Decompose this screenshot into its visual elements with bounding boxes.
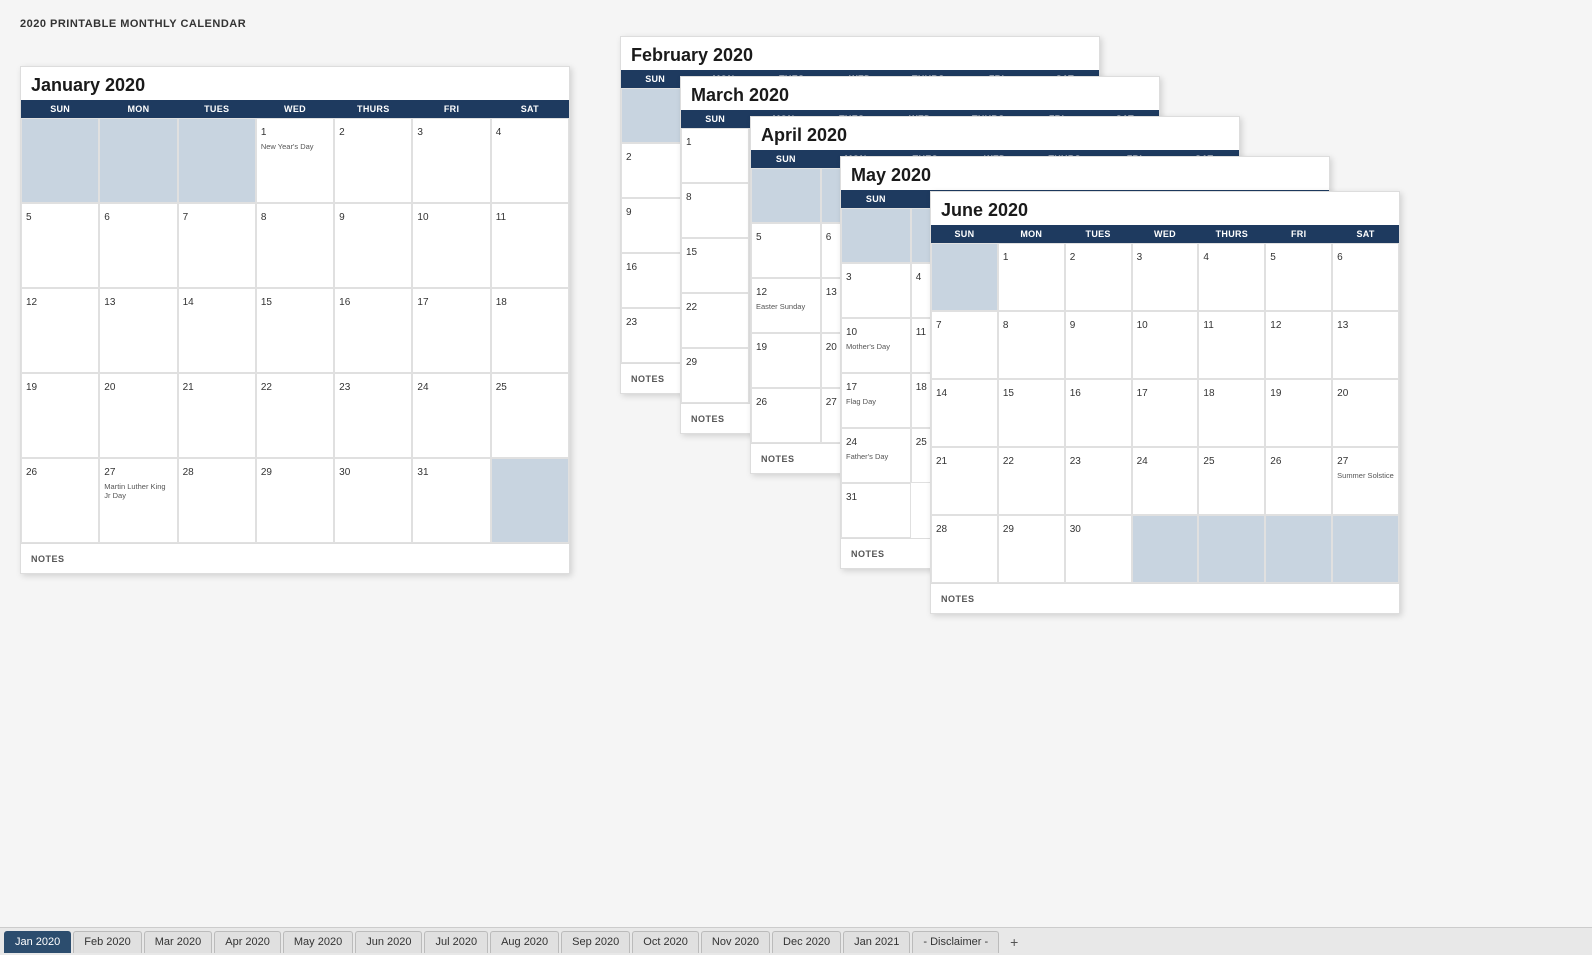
jan-cell-16: 16 [334, 288, 412, 373]
jan-cell-18: 18 [491, 288, 569, 373]
jan-title: January 2020 [21, 67, 569, 100]
jan-cell-5: 5 [21, 203, 99, 288]
tab-bar: Jan 2020 Feb 2020 Mar 2020 Apr 2020 May … [0, 927, 1592, 955]
jan-grid: 1New Year's Day 2 3 4 5 6 7 8 9 10 11 12… [21, 118, 569, 543]
tab-add-button[interactable]: + [1003, 931, 1025, 953]
jan-cell-12: 12 [21, 288, 99, 373]
tab-jun2020[interactable]: Jun 2020 [355, 931, 422, 953]
tab-feb2020[interactable]: Feb 2020 [73, 931, 141, 953]
jan-hdr-tue: TUES [178, 100, 256, 118]
calendars-area: January 2020 SUN MON TUES WED THURS FRI … [20, 36, 1572, 915]
calendar-january: January 2020 SUN MON TUES WED THURS FRI … [20, 66, 570, 574]
tab-disclaimer[interactable]: - Disclaimer - [912, 931, 999, 953]
feb-title: February 2020 [621, 37, 1099, 70]
jan-cell-r1c1 [21, 118, 99, 203]
main-content: 2020 PRINTABLE MONTHLY CALENDAR January … [0, 0, 1592, 927]
jan-cell-r5c7 [491, 458, 569, 543]
jan-cell-2: 2 [334, 118, 412, 203]
jan-cell-31: 31 [412, 458, 490, 543]
calendar-june: June 2020 SUN MON TUES WED THURS FRI SAT… [930, 191, 1400, 614]
tab-nov2020[interactable]: Nov 2020 [701, 931, 770, 953]
jan-cell-17: 17 [412, 288, 490, 373]
jan-cell-4: 4 [491, 118, 569, 203]
jan-cell-30: 30 [334, 458, 412, 543]
jun-notes: NOTES [931, 583, 1399, 613]
apr-title: April 2020 [751, 117, 1239, 150]
jan-cell-23: 23 [334, 373, 412, 458]
jan-hdr-mon: MON [99, 100, 177, 118]
tab-apr2020[interactable]: Apr 2020 [214, 931, 281, 953]
jan-cell-r1c2 [99, 118, 177, 203]
jan-header: SUN MON TUES WED THURS FRI SAT [21, 100, 569, 118]
mar-title: March 2020 [681, 77, 1159, 110]
jan-cell-6: 6 [99, 203, 177, 288]
tab-jan2020[interactable]: Jan 2020 [4, 931, 71, 953]
tab-aug2020[interactable]: Aug 2020 [490, 931, 559, 953]
jan-cell-1: 1New Year's Day [256, 118, 334, 203]
jan-cell-25: 25 [491, 373, 569, 458]
tab-may2020[interactable]: May 2020 [283, 931, 353, 953]
jan-cell-27: 27Martin Luther King Jr Day [99, 458, 177, 543]
jan-cell-15: 15 [256, 288, 334, 373]
jan-cell-21: 21 [178, 373, 256, 458]
jan-cell-r1c3 [178, 118, 256, 203]
jan-cell-29: 29 [256, 458, 334, 543]
jan-hdr-thu: THURS [334, 100, 412, 118]
jan-notes: NOTES [21, 543, 569, 573]
jan-cell-24: 24 [412, 373, 490, 458]
jan-cell-9: 9 [334, 203, 412, 288]
tab-sep2020[interactable]: Sep 2020 [561, 931, 630, 953]
jun-grid: 1 2 3 4 5 6 7 8 9 10 11 12 13 14 15 16 1… [931, 243, 1399, 583]
jan-cell-11: 11 [491, 203, 569, 288]
jan-cell-14: 14 [178, 288, 256, 373]
tab-oct2020[interactable]: Oct 2020 [632, 931, 699, 953]
jan-cell-28: 28 [178, 458, 256, 543]
jan-cell-7: 7 [178, 203, 256, 288]
tab-jan2021[interactable]: Jan 2021 [843, 931, 910, 953]
jan-cell-26: 26 [21, 458, 99, 543]
tab-dec2020[interactable]: Dec 2020 [772, 931, 841, 953]
jan-hdr-fri: FRI [412, 100, 490, 118]
jan-cell-8: 8 [256, 203, 334, 288]
jun-header: SUN MON TUES WED THURS FRI SAT [931, 225, 1399, 243]
jun-title: June 2020 [931, 192, 1399, 225]
jan-cell-20: 20 [99, 373, 177, 458]
jan-cell-3: 3 [412, 118, 490, 203]
jan-hdr-wed: WED [256, 100, 334, 118]
jan-cell-13: 13 [99, 288, 177, 373]
jan-cell-10: 10 [412, 203, 490, 288]
tab-jul2020[interactable]: Jul 2020 [424, 931, 488, 953]
jan-hdr-sat: SAT [491, 100, 569, 118]
jan-cell-19: 19 [21, 373, 99, 458]
jan-hdr-sun: SUN [21, 100, 99, 118]
jan-cell-22: 22 [256, 373, 334, 458]
tab-mar2020[interactable]: Mar 2020 [144, 931, 212, 953]
page-title: 2020 PRINTABLE MONTHLY CALENDAR [20, 18, 1572, 30]
may-title: May 2020 [841, 157, 1329, 190]
